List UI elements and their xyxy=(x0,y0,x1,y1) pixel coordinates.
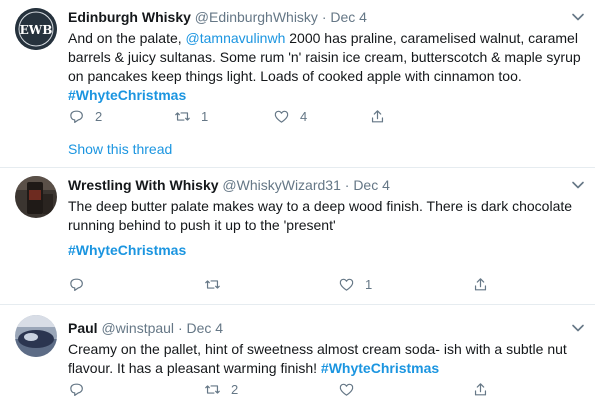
retweet-icon xyxy=(205,385,220,394)
tweet-text: And on the palate, @tamnavulinwh 2000 ha… xyxy=(68,29,583,105)
tweet-date[interactable]: Dec 4 xyxy=(187,320,224,336)
chevron-down-icon[interactable] xyxy=(571,10,585,24)
tweet-actions: 1 xyxy=(68,276,498,296)
like-count: 4 xyxy=(300,109,308,124)
share-icon xyxy=(474,383,487,396)
share-icon xyxy=(371,110,384,123)
like-button[interactable]: 4 xyxy=(273,108,307,125)
retweet-icon xyxy=(175,112,190,121)
tweet-edinburgh-whisky[interactable]: EWB Edinburgh Whisky @EdinburghWhisky · … xyxy=(0,0,595,168)
tweet-feed: EWB Edinburgh Whisky @EdinburghWhisky · … xyxy=(0,0,595,403)
tweet-paul[interactable]: Paul @winstpaul · Dec 4 Creamy on the pa… xyxy=(0,305,595,403)
avatar-photo xyxy=(15,176,57,218)
retweet-button[interactable]: 2 xyxy=(204,381,238,398)
share-button[interactable] xyxy=(369,108,386,125)
share-button[interactable] xyxy=(472,276,489,293)
separator-dot: · xyxy=(321,9,327,25)
reply-icon xyxy=(70,110,83,123)
chevron-down-icon[interactable] xyxy=(571,178,585,192)
separator-dot: · xyxy=(177,320,183,336)
tweet-actions: 2 xyxy=(68,381,498,401)
reply-button[interactable] xyxy=(68,381,95,398)
like-count: 1 xyxy=(365,277,373,292)
retweet-count: 1 xyxy=(201,109,209,124)
share-icon xyxy=(474,278,487,291)
avatar[interactable] xyxy=(15,176,57,218)
tweet-date[interactable]: Dec 4 xyxy=(353,177,390,193)
avatar[interactable] xyxy=(15,315,57,357)
tweet-header: Paul @winstpaul · Dec 4 xyxy=(68,319,583,337)
hashtag-link[interactable]: #WhyteChristmas xyxy=(68,242,186,258)
tweet-header: Wrestling With Whisky @WhiskyWizard31 · … xyxy=(68,176,583,194)
like-button[interactable] xyxy=(338,381,355,398)
retweet-button[interactable]: 1 xyxy=(174,108,208,125)
heart-icon xyxy=(274,110,289,123)
avatar-photo xyxy=(15,315,57,357)
tweet-wrestling-with-whisky[interactable]: Wrestling With Whisky @WhiskyWizard31 · … xyxy=(0,168,595,305)
show-thread-link[interactable]: Show this thread xyxy=(68,141,172,157)
tweet-text-part: And on the palate, xyxy=(68,30,186,46)
heart-icon xyxy=(339,383,354,396)
reply-button[interactable]: 2 xyxy=(68,108,102,125)
author-name[interactable]: Edinburgh Whisky xyxy=(68,9,191,25)
retweet-button[interactable] xyxy=(204,276,231,293)
share-button[interactable] xyxy=(472,381,489,398)
tweet-text-part: Creamy on the pallet, hint of sweetness … xyxy=(68,341,567,376)
chevron-down-icon[interactable] xyxy=(571,321,585,335)
tweet-date[interactable]: Dec 4 xyxy=(330,9,367,25)
tweet-header: Edinburgh Whisky @EdinburghWhisky · Dec … xyxy=(68,8,583,26)
author-name[interactable]: Paul xyxy=(68,320,98,336)
avatar[interactable]: EWB xyxy=(15,8,57,50)
tweet-actions: 2 1 4 xyxy=(68,108,498,128)
hashtag-link[interactable]: #WhyteChristmas xyxy=(321,360,439,376)
author-handle[interactable]: @winstpaul xyxy=(101,320,174,336)
like-button[interactable]: 1 xyxy=(338,276,372,293)
mention-link[interactable]: @tamnavulinwh xyxy=(186,30,286,46)
reply-button[interactable] xyxy=(68,276,95,293)
author-handle[interactable]: @WhiskyWizard31 xyxy=(222,177,340,193)
tweet-text: Creamy on the pallet, hint of sweetness … xyxy=(68,340,583,378)
tweet-text: The deep butter palate makes way to a de… xyxy=(68,197,583,235)
avatar-logo: EWB xyxy=(15,8,57,50)
avatar-logo-text: EWB xyxy=(20,23,53,37)
hashtag-link[interactable]: #WhyteChristmas xyxy=(68,87,186,103)
retweet-count: 2 xyxy=(231,382,239,397)
author-name[interactable]: Wrestling With Whisky xyxy=(68,177,219,193)
reply-count: 2 xyxy=(95,109,103,124)
retweet-icon xyxy=(205,280,220,289)
heart-icon xyxy=(339,278,354,291)
tweet-text-part: The deep butter palate makes way to a de… xyxy=(68,198,573,233)
tweet-hashtag-line: #WhyteChristmas xyxy=(68,241,583,260)
author-handle[interactable]: @EdinburghWhisky xyxy=(195,9,318,25)
reply-icon xyxy=(70,383,83,396)
reply-icon xyxy=(70,278,83,291)
separator-dot: · xyxy=(344,177,350,193)
